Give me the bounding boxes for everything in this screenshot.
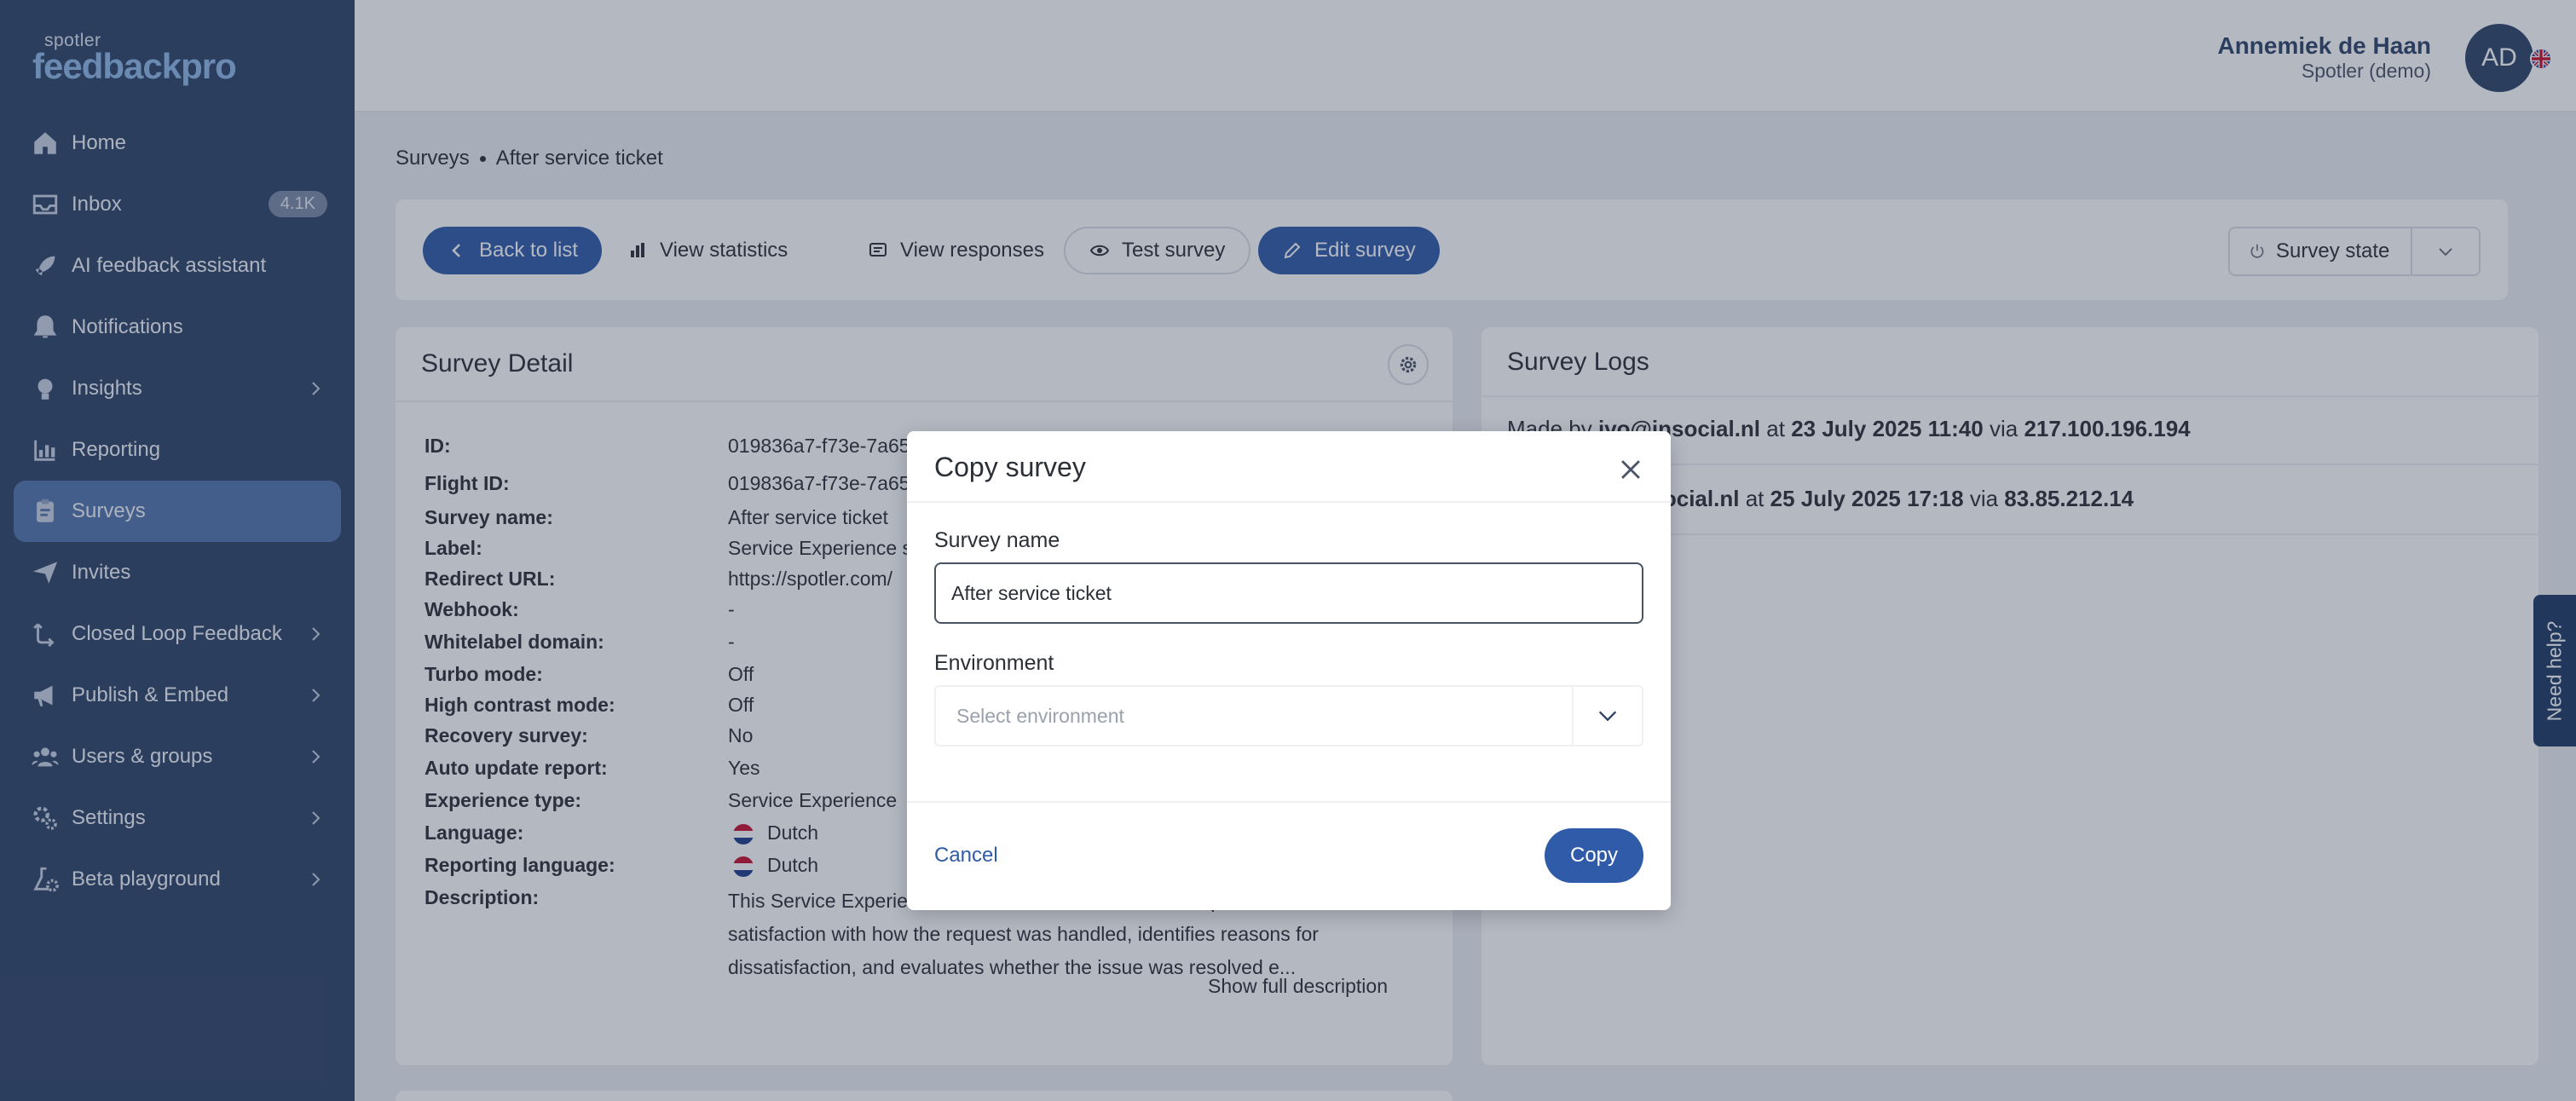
dialog-divider (907, 801, 1671, 803)
copy-button[interactable]: Copy (1545, 828, 1643, 883)
cancel-button[interactable]: Cancel (934, 844, 998, 868)
chevron-down-icon[interactable] (1574, 687, 1642, 745)
environment-select[interactable]: Select environment (934, 685, 1643, 746)
survey-name-input[interactable] (934, 562, 1643, 624)
environment-placeholder: Select environment (936, 687, 1574, 745)
dialog-title: Copy survey (934, 452, 1086, 482)
survey-name-label: Survey name (934, 528, 1060, 552)
copy-survey-dialog: Copy survey Survey name Environment Sele… (907, 431, 1671, 910)
close-icon[interactable] (1616, 455, 1645, 484)
environment-label: Environment (934, 651, 1054, 675)
dialog-divider (907, 501, 1671, 503)
